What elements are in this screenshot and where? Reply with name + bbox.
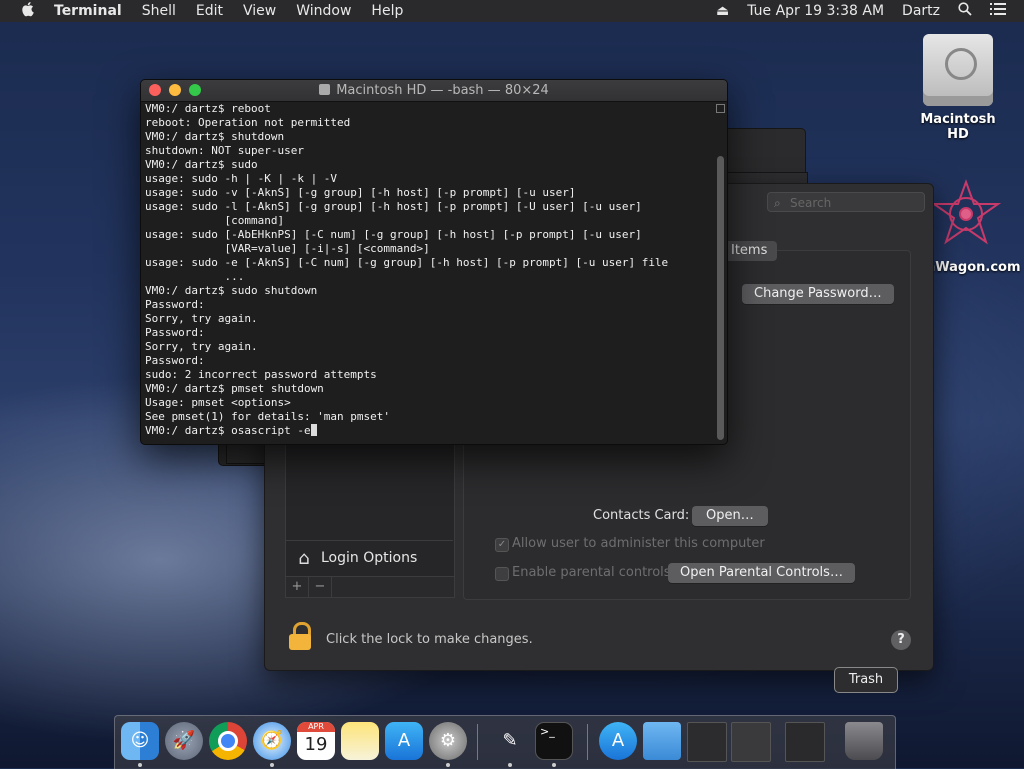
chrome-icon[interactable] [209,722,247,760]
contacts-card-label: Contacts Card: [593,508,690,523]
terminal-current-prompt[interactable]: VM0:/ dartz$ osascript -e [145,424,713,438]
scrollbar-thumb[interactable] [717,156,724,440]
menubar-user[interactable]: Dartz [902,3,940,19]
desktop-drive-macintosh-hd[interactable]: Macintosh HD [908,34,1008,142]
terminal-line: [VAR=value] [-i|-s] [<command>] [145,242,430,255]
terminal-line: See pmset(1) for details: 'man pmset' [145,410,391,423]
terminal-output[interactable]: VM0:/ dartz$ reboot reboot: Operation not… [145,102,713,444]
calendar-day: 19 [304,734,328,755]
terminal-line: usage: sudo -h | -K | -k | -V [145,172,338,185]
menu-shell[interactable]: Shell [142,3,176,19]
terminal-line: VM0:/ dartz$ sudo shutdown [145,284,318,297]
desktop-item-label: nWagon.com [926,260,1021,275]
house-icon: ⌂ [298,547,310,569]
help-button[interactable]: ? [891,630,911,650]
safari-icon[interactable]: 🧭 [253,722,291,760]
terminal-line: shutdown: NOT super-user [145,144,304,157]
minimized-finder-window[interactable] [731,722,771,762]
login-options-label: Login Options [321,550,418,566]
terminal-line: usage: sudo [-AbEHknPS] [-C num] [-g gro… [145,228,642,241]
script-editor-icon[interactable]: ✎ [491,722,529,760]
spotlight-search-icon[interactable] [958,2,972,20]
terminal-line: usage: sudo -e [-AknS] [-C num] [-g grou… [145,256,669,269]
open-contacts-card-button[interactable]: Open… [692,506,768,526]
login-options-item[interactable]: ⌂ Login Options [285,540,453,575]
calendar-icon[interactable]: APR 19 [297,722,335,760]
parental-controls-checkbox[interactable] [495,567,509,581]
notification-center-icon[interactable] [990,3,1006,19]
open-parental-controls-button[interactable]: Open Parental Controls… [668,563,855,583]
drive-label: Macintosh HD [920,112,996,142]
terminal-line: usage: sudo -v [-AknS] [-g group] [-h ho… [145,186,576,199]
terminal-line: VM0:/ dartz$ shutdown [145,130,285,143]
terminal-dock-icon[interactable]: >_ [535,722,573,760]
disk-icon [319,84,331,95]
lock-instruction-text: Click the lock to make changes. [326,632,533,647]
terminal-line: usage: sudo -l [-AknS] [-g group] [-h ho… [145,200,642,213]
launchpad-icon[interactable]: 🚀 [165,722,203,760]
dock: ☺ 🚀 🧭 APR 19 A ⚙ ✎ >_ A [114,715,896,769]
trash-icon[interactable] [845,722,883,760]
add-user-button[interactable]: + [286,577,309,597]
terminal-line: Password: [145,354,205,367]
menu-view[interactable]: View [243,3,276,19]
terminal-line: ... [145,270,245,283]
menu-app-terminal[interactable]: Terminal [54,3,122,19]
terminal-line: Sorry, try again. [145,312,258,325]
terminal-line: Usage: pmset <options> [145,396,291,409]
calendar-month: APR [297,722,335,732]
search-placeholder: Search [790,196,832,210]
prompt-text: VM0:/ dartz$ osascript -e [145,424,311,437]
add-remove-bar: + − [285,576,455,598]
app-store-icon[interactable]: A [385,722,423,760]
minimized-terminal-window[interactable] [785,722,825,762]
menu-help[interactable]: Help [371,3,403,19]
allow-admin-label: Allow user to administer this computer [512,536,765,551]
finder-icon[interactable]: ☺ [121,722,159,760]
terminal-line: [command] [145,214,285,227]
eject-icon[interactable]: ⏏ [716,3,729,19]
geometric-star-icon [930,179,1002,245]
app-store-download-icon[interactable]: A [599,722,637,760]
apple-logo-icon[interactable] [18,1,38,21]
terminal-line: Password: [145,326,205,339]
lock-icon[interactable] [289,622,313,652]
downloads-folder-icon[interactable] [643,722,681,760]
terminal-line: Password: [145,298,205,311]
terminal-title-text: Macintosh HD — -bash — 80×24 [336,83,549,98]
terminal-window[interactable]: Macintosh HD — -bash — 80×24 VM0:/ dartz… [140,79,728,445]
menu-window[interactable]: Window [296,3,351,19]
allow-admin-checkbox[interactable]: ✓ [495,538,509,552]
hard-drive-icon [923,34,993,106]
preferences-search-field[interactable]: ⌕ Search [767,192,925,212]
terminal-line: VM0:/ dartz$ pmset shutdown [145,382,324,395]
terminal-titlebar[interactable]: Macintosh HD — -bash — 80×24 [141,80,727,102]
scrollbar-split-icon [716,104,725,113]
dock-tooltip-trash: Trash [834,667,898,693]
terminal-title: Macintosh HD — -bash — 80×24 [141,80,727,101]
menubar-clock[interactable]: Tue Apr 19 3:38 AM [747,3,884,19]
text-cursor [310,424,317,436]
search-icon: ⌕ [774,196,781,210]
tab-login-items[interactable]: Items [721,241,778,261]
minimized-safari-window[interactable] [687,722,727,762]
terminal-line: sudo: 2 incorrect password attempts [145,368,377,381]
parental-controls-label: Enable parental controls [512,565,671,580]
terminal-scrollbar[interactable] [716,104,725,440]
terminal-line: VM0:/ dartz$ sudo [145,158,258,171]
menu-bar: Terminal Shell Edit View Window Help ⏏ T… [0,0,1024,22]
change-password-button[interactable]: Change Password… [742,284,894,304]
desktop-item-wagon[interactable]: nWagon.com [926,178,1024,275]
terminal-glyph: >_ [540,725,555,738]
system-preferences-icon[interactable]: ⚙ [429,722,467,760]
terminal-line: Sorry, try again. [145,340,258,353]
notes-icon[interactable] [341,722,379,760]
terminal-line: reboot: Operation not permitted [145,116,351,129]
terminal-line: VM0:/ dartz$ reboot [145,102,271,115]
menu-edit[interactable]: Edit [196,3,223,19]
remove-user-button[interactable]: − [309,577,332,597]
